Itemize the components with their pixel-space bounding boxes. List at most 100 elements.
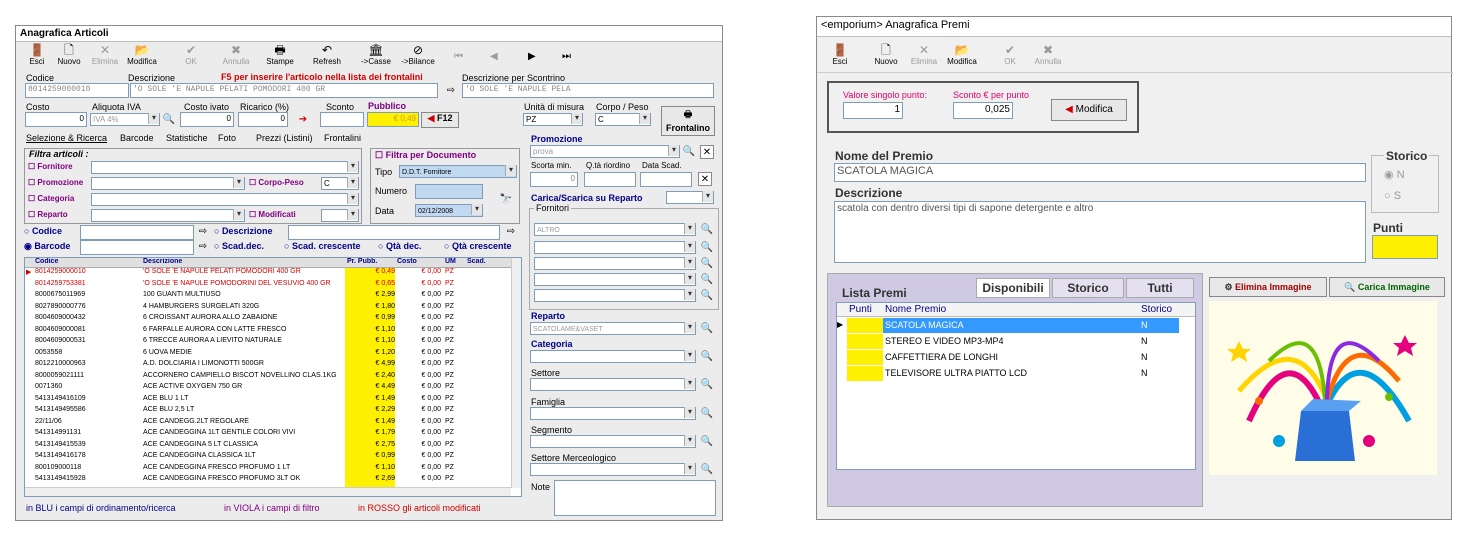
search-go-icon[interactable]: ⇨ xyxy=(196,225,210,239)
tab-tutti[interactable]: Tutti xyxy=(1126,278,1194,298)
table-row[interactable]: 8004609000432 6 CROISSANT AURORA ALLO ZAB… xyxy=(25,314,511,324)
elimina-immagine-button[interactable]: ⚙ Elimina Immagine xyxy=(1209,277,1327,297)
ok-button[interactable]: ✔ OK xyxy=(176,43,206,66)
storico-radio-s[interactable]: ○ S xyxy=(1384,190,1401,202)
fornitore-select[interactable] xyxy=(91,161,359,174)
unita-select[interactable]: PZ xyxy=(523,113,583,126)
exit-button[interactable]: 🚪 Esci xyxy=(825,43,855,66)
table-row[interactable]: 5413149495586 ACE BLU 2,5 LT € 2,29 € 0,00 P… xyxy=(25,406,511,416)
radio-qta-cresc[interactable]: ○ Qtà crescente xyxy=(444,241,511,251)
table-row[interactable]: 5413149415539 ACE CANDEGGINA 5 LT CLASSIC… xyxy=(25,441,511,451)
casse-button[interactable]: 🏛 ->Casse xyxy=(356,43,396,66)
premi-grid[interactable]: Punti Nome Premio Storico SCATOLA MAGICA… xyxy=(836,302,1196,470)
table-row[interactable]: 0071360 ACE ACTIVE OXYGEN 750 GR € 4,49 € 0… xyxy=(25,383,511,393)
table-row[interactable]: 8004609000081 6 FARFALLE AURORA CON LATTE… xyxy=(25,326,511,336)
edit-button[interactable]: 📂 Modifica xyxy=(943,43,981,66)
data-select[interactable]: 02/12/2008 xyxy=(415,204,483,217)
modifica-button[interactable]: ◀ Modifica xyxy=(1051,99,1127,121)
table-row[interactable]: 0053558 6 UOVA MEDIE € 1,20 € 0,00 PZ xyxy=(25,349,511,359)
reparto-field[interactable]: SCATOLAME&VASET xyxy=(530,322,696,335)
table-row[interactable]: 22/11/06 ACE CANDEGG.2LT REGOLARE € 1,49 € … xyxy=(25,418,511,428)
costo-ivato-input[interactable]: 0 xyxy=(180,112,234,127)
storico-radio-n[interactable]: ◉ N xyxy=(1384,168,1405,181)
search-icon[interactable]: 🔍 xyxy=(700,273,714,287)
radio-scad-cresc[interactable]: ○ Scad. crescente xyxy=(284,241,360,251)
filter-promozione[interactable]: ☐ Promozione xyxy=(28,178,83,187)
ricarico-input[interactable]: 0 xyxy=(238,112,288,127)
edit-button[interactable]: 📂 Modifica xyxy=(122,43,162,66)
fornitore-2-select[interactable] xyxy=(534,241,696,254)
descrizione-search-input[interactable] xyxy=(288,225,500,240)
tab-barcode[interactable]: Barcode xyxy=(120,133,154,143)
famiglia-field[interactable] xyxy=(530,407,696,420)
tab-selezione[interactable]: Selezione & Ricerca xyxy=(26,133,107,143)
fornitore-5-select[interactable] xyxy=(534,289,696,302)
corpo-peso-select[interactable]: C xyxy=(321,177,359,190)
modificati-checkbox[interactable]: ☐ Modificati xyxy=(249,210,296,219)
punti-input[interactable] xyxy=(1372,235,1438,259)
table-row[interactable]: 541314991131 ACE CANDEGGINA 1LT GENTILE C… xyxy=(25,429,511,439)
search-go-icon[interactable]: ⇨ xyxy=(196,240,210,254)
exit-button[interactable]: 🚪 Esci xyxy=(22,43,52,66)
codice-input[interactable]: 8014259000010 xyxy=(25,83,129,98)
table-row[interactable]: SCATOLA MAGICA N ▶ xyxy=(837,318,1181,333)
valore-input[interactable]: 1 xyxy=(843,102,903,119)
cancel-button[interactable]: ✖ Annulla xyxy=(1031,43,1065,66)
grid-vscrollbar[interactable] xyxy=(511,258,521,488)
search-go-icon[interactable]: ⇨ xyxy=(504,225,518,239)
categoria-field[interactable] xyxy=(530,350,696,363)
sconto-input[interactable] xyxy=(320,112,364,127)
search-icon[interactable]: 🔍 xyxy=(700,378,714,392)
costo-input[interactable]: 0 xyxy=(25,112,87,127)
first-record-icon[interactable]: ⏮ xyxy=(454,51,463,62)
search-icon[interactable]: 🔍 xyxy=(700,289,714,303)
grid-hscrollbar[interactable] xyxy=(25,487,511,496)
descrizione-input[interactable]: 'O SOLE 'E NAPULE PELATI POMODORI 400 GR xyxy=(130,83,438,98)
codice-search-input[interactable] xyxy=(80,225,194,240)
corpo-select[interactable]: C xyxy=(595,113,651,126)
table-row[interactable]: 8014259000010 'O SOLE 'E NAPULE PELATI PO… xyxy=(25,268,511,278)
last-record-icon[interactable]: ⏭ xyxy=(562,51,571,62)
search-icon[interactable]: 🔍 xyxy=(700,350,714,364)
fornitore-3-select[interactable] xyxy=(534,257,696,270)
tab-disponibili[interactable]: Disponibili xyxy=(976,278,1050,298)
radio-barcode[interactable]: ◉ Barcode xyxy=(24,241,70,252)
radio-qta-dec[interactable]: ○ Qtà dec. xyxy=(378,241,421,251)
note-textarea[interactable] xyxy=(554,480,716,516)
promozione-select[interactable] xyxy=(91,177,245,190)
data-scad-input[interactable] xyxy=(640,172,692,187)
pubblico-input[interactable]: € 0,49 xyxy=(367,112,419,127)
table-row[interactable]: 8000059021111 ACCORNERO CAMPIELLO BISCOT … xyxy=(25,372,511,382)
descrizione-textarea[interactable]: scatola con dentro diversi tipi di sapon… xyxy=(834,201,1366,263)
sconto-input[interactable]: 0,025 xyxy=(953,102,1013,119)
binoculars-icon[interactable]: 🔭 xyxy=(499,193,513,207)
tab-frontalini[interactable]: Frontalini xyxy=(324,133,361,143)
table-row[interactable]: 8000675011969 100 GUANTI MULTIUSO € 2,99 € … xyxy=(25,291,511,301)
next-record-icon[interactable]: ▶ xyxy=(528,51,536,62)
fornitore-4-select[interactable] xyxy=(534,273,696,286)
corpo-peso-checkbox[interactable]: ☐ Corpo-Peso xyxy=(249,178,304,187)
table-row[interactable]: 5413149415928 ACE CANDEGGINA FRESCO PROFU… xyxy=(25,475,511,485)
search-icon[interactable]: 🔍 xyxy=(700,241,714,255)
ok-button[interactable]: ✔ OK xyxy=(995,43,1025,66)
nome-input[interactable]: SCATOLA MAGICA xyxy=(834,163,1366,182)
copy-arrow-icon[interactable]: ⇨ xyxy=(444,84,458,98)
fornitore-1-select[interactable]: ALTRO xyxy=(534,223,696,236)
search-icon[interactable]: 🔍 xyxy=(700,435,714,449)
categoria-select[interactable] xyxy=(91,193,359,206)
scontrino-input[interactable]: 'O SOLE 'E NAPULE PELA xyxy=(462,83,714,98)
segmento-field[interactable] xyxy=(530,435,696,448)
arrow-right-icon[interactable]: ➔ xyxy=(296,113,310,127)
delete-button[interactable]: ✕ Elimina xyxy=(907,43,941,66)
prev-record-icon[interactable]: ◀ xyxy=(490,51,498,62)
clear-icon[interactable]: ✕ xyxy=(698,172,712,186)
new-button[interactable]: 🗋 Nuovo xyxy=(52,43,86,66)
delete-button[interactable]: ✕ Elimina xyxy=(88,43,122,66)
search-icon[interactable]: 🔍 xyxy=(700,463,714,477)
search-icon[interactable]: 🔍 xyxy=(700,322,714,336)
search-icon[interactable]: 🔍 xyxy=(682,145,696,159)
radio-codice[interactable]: ○ Codice xyxy=(24,226,62,236)
table-row[interactable]: 5413149416178 ACE CANDEGGINA CLASSICA 1LT… xyxy=(25,452,511,462)
search-icon[interactable]: 🔍 xyxy=(700,257,714,271)
frontalino-button[interactable]: 🖶 Frontalino xyxy=(661,106,715,136)
